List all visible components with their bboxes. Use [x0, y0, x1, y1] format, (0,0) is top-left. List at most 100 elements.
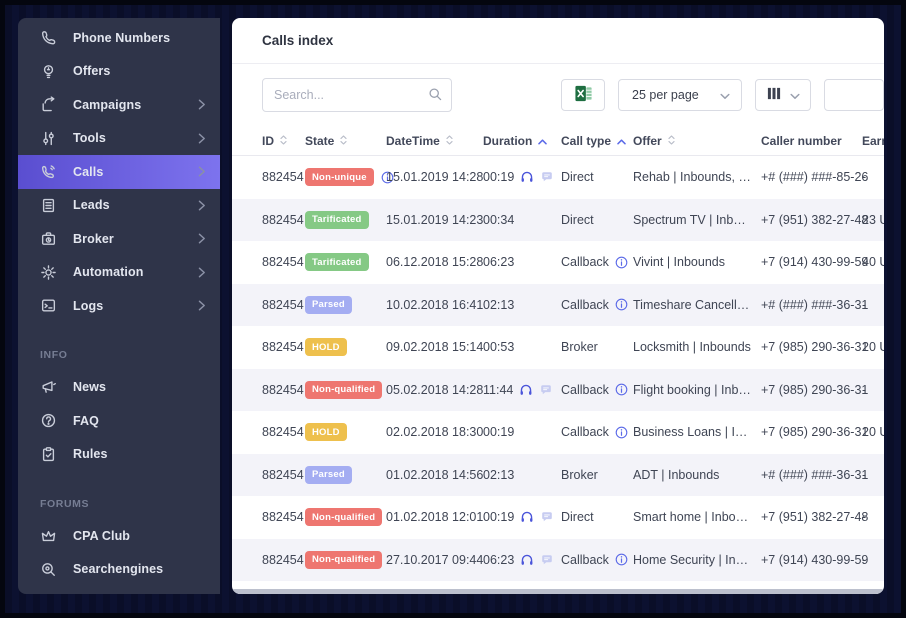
column-header-datetime[interactable]: DateTime [386, 134, 483, 148]
cell-earn: - [862, 297, 867, 312]
cell-call-type: Broker [561, 340, 633, 354]
question-icon [40, 412, 57, 429]
headset-icon[interactable] [520, 553, 534, 567]
column-header-duration[interactable]: Duration [483, 134, 561, 148]
cell-duration: 02:13 [483, 468, 561, 482]
table-row[interactable]: 882454 HOLD 02.02.2018 18:30 00:19 Callback B… [232, 411, 884, 454]
sidebar-item-logs[interactable]: Logs [18, 289, 220, 323]
column-header-call-type[interactable]: Call type [561, 134, 633, 148]
sort-asc-icon[interactable] [617, 134, 626, 148]
table-row[interactable]: 882454 Non-qualified 27.10.2017 09:44 06:23… [232, 538, 884, 581]
cell-duration: 00:34 [483, 213, 561, 227]
filters-button[interactable] [824, 79, 884, 111]
table-row[interactable]: 882454 Non-unique 15.01.2019 14:28 00:19 Dir… [232, 156, 884, 199]
sort-icon[interactable] [668, 134, 675, 148]
cell-caller-number: +# (###) ###-36-31 [761, 297, 869, 312]
per-page-select[interactable]: 25 per page [618, 79, 742, 111]
clipboard-icon [40, 446, 57, 463]
sidebar-item-automation[interactable]: Automation [18, 256, 220, 290]
duration-value: 11:44 [483, 382, 514, 397]
cell-datetime: 05.02.2018 14:28 [386, 382, 484, 397]
status-badge: Tarificated [305, 210, 369, 229]
briefcase-icon [40, 230, 57, 247]
info-icon[interactable] [615, 553, 628, 566]
column-header-offer[interactable]: Offer [633, 134, 761, 148]
cell-id: 882454 [262, 510, 304, 525]
column-header-id[interactable]: ID [262, 134, 305, 148]
duration-value: 02:13 [483, 467, 515, 482]
sort-icon[interactable] [340, 134, 347, 148]
info-icon[interactable] [615, 426, 628, 439]
sidebar-item-rules[interactable]: Rules [18, 438, 220, 472]
table-row[interactable]: 882454 Non-qualified 05.02.2018 14:28 11:44… [232, 368, 884, 411]
sidebar-item-tools[interactable]: Tools [18, 122, 220, 156]
column-header-earn[interactable]: Earn [862, 134, 884, 148]
chat-icon[interactable] [540, 510, 554, 524]
document-icon [40, 197, 57, 214]
sidebar-item-label: Searchengines [73, 562, 164, 577]
headset-icon[interactable] [519, 383, 533, 397]
duration-value: 00:19 [483, 510, 515, 525]
table-row[interactable]: 882454 HOLD 09.02.2018 15:14 00:53 Broker Loc… [232, 326, 884, 369]
table-row[interactable]: 882454 Tarificated 15.01.2019 14:23 00:34 Di… [232, 198, 884, 241]
duration-value: 02:13 [483, 297, 515, 312]
sidebar-item-leads[interactable]: Leads [18, 189, 220, 223]
table-header-row: ID State DateTime Duration Call type Offer Cal… [232, 126, 884, 156]
table-row[interactable]: 882454 Non-qualified 01.02.2018 12:01 00:19… [232, 496, 884, 539]
export-excel-button[interactable] [561, 79, 605, 111]
table-row[interactable]: 882454 Parsed 01.02.2018 14:56 02:13 Broker A… [232, 453, 884, 496]
table-row[interactable]: 882454 Tarificated 06.12.2018 15:28 06:23 Ca… [232, 241, 884, 284]
sort-icon[interactable] [446, 134, 453, 148]
info-icon[interactable] [615, 298, 628, 311]
sidebar-item-cpa-club[interactable]: CPA Club [18, 519, 220, 553]
cell-offer: Vivint | Inbounds [633, 255, 725, 270]
columns-button[interactable] [755, 79, 811, 111]
table-body: 882454 Non-unique 15.01.2019 14:28 00:19 Dir… [232, 156, 884, 581]
page-header: Calls index [232, 18, 884, 64]
cell-earn: 23 USD [862, 212, 884, 227]
chat-icon[interactable] [540, 553, 554, 567]
cell-call-type: Direct [561, 510, 633, 524]
cell-state: Non-unique [305, 168, 394, 187]
column-header-caller-number[interactable]: Caller number [761, 134, 862, 148]
headset-icon[interactable] [520, 510, 534, 524]
call-type-value: Callback [561, 297, 609, 312]
column-header-state[interactable]: State [305, 134, 386, 148]
main-panel: Calls index Search... 25 per page ID Sta… [232, 18, 884, 594]
column-header-label: Earn [862, 133, 884, 148]
column-header-label: ID [262, 133, 274, 148]
cell-earn: - [862, 170, 867, 185]
chat-icon[interactable] [539, 383, 553, 397]
sidebar-item-calls[interactable]: Calls [18, 155, 220, 189]
info-icon[interactable] [615, 383, 628, 396]
table-row[interactable]: 882454 Parsed 10.02.2018 16:41 02:13 Callbac… [232, 283, 884, 326]
sidebar-item-phone-numbers[interactable]: Phone Numbers [18, 21, 220, 55]
cell-id: 882454 [262, 255, 304, 270]
call-type-value: Direct [561, 212, 594, 227]
sidebar-item-searchengines[interactable]: Searchengines [18, 553, 220, 587]
chat-icon[interactable] [540, 170, 554, 184]
cell-earn: - [862, 552, 867, 567]
cell-earn: - [862, 467, 867, 482]
sidebar-item-label: Leads [73, 198, 110, 213]
horizontal-scrollbar[interactable] [232, 589, 884, 594]
sidebar-item-news[interactable]: News [18, 371, 220, 405]
sidebar-item-faq[interactable]: FAQ [18, 404, 220, 438]
sort-asc-icon[interactable] [538, 134, 548, 148]
cell-caller-number: +7 (985) 290-36-31 [761, 382, 869, 397]
sidebar-item-campaigns[interactable]: Campaigns [18, 88, 220, 122]
cell-call-type: Callback [561, 298, 633, 312]
sidebar: Phone Numbers Offers Campaigns Tools Calls Le… [18, 18, 220, 594]
cell-earn: 40 USD [862, 255, 884, 270]
sort-icon[interactable] [280, 134, 287, 148]
info-icon[interactable] [615, 256, 628, 269]
chevron-right-icon [198, 300, 206, 311]
headset-icon[interactable] [520, 170, 534, 184]
sidebar-item-label: Calls [73, 164, 104, 179]
sidebar-item-offers[interactable]: Offers [18, 55, 220, 89]
duration-value: 06:23 [483, 552, 515, 567]
cell-call-type: Direct [561, 213, 633, 227]
sidebar-item-broker[interactable]: Broker [18, 222, 220, 256]
search-input[interactable] [262, 78, 452, 112]
cell-offer: Smart home | Inbounds [633, 510, 761, 525]
